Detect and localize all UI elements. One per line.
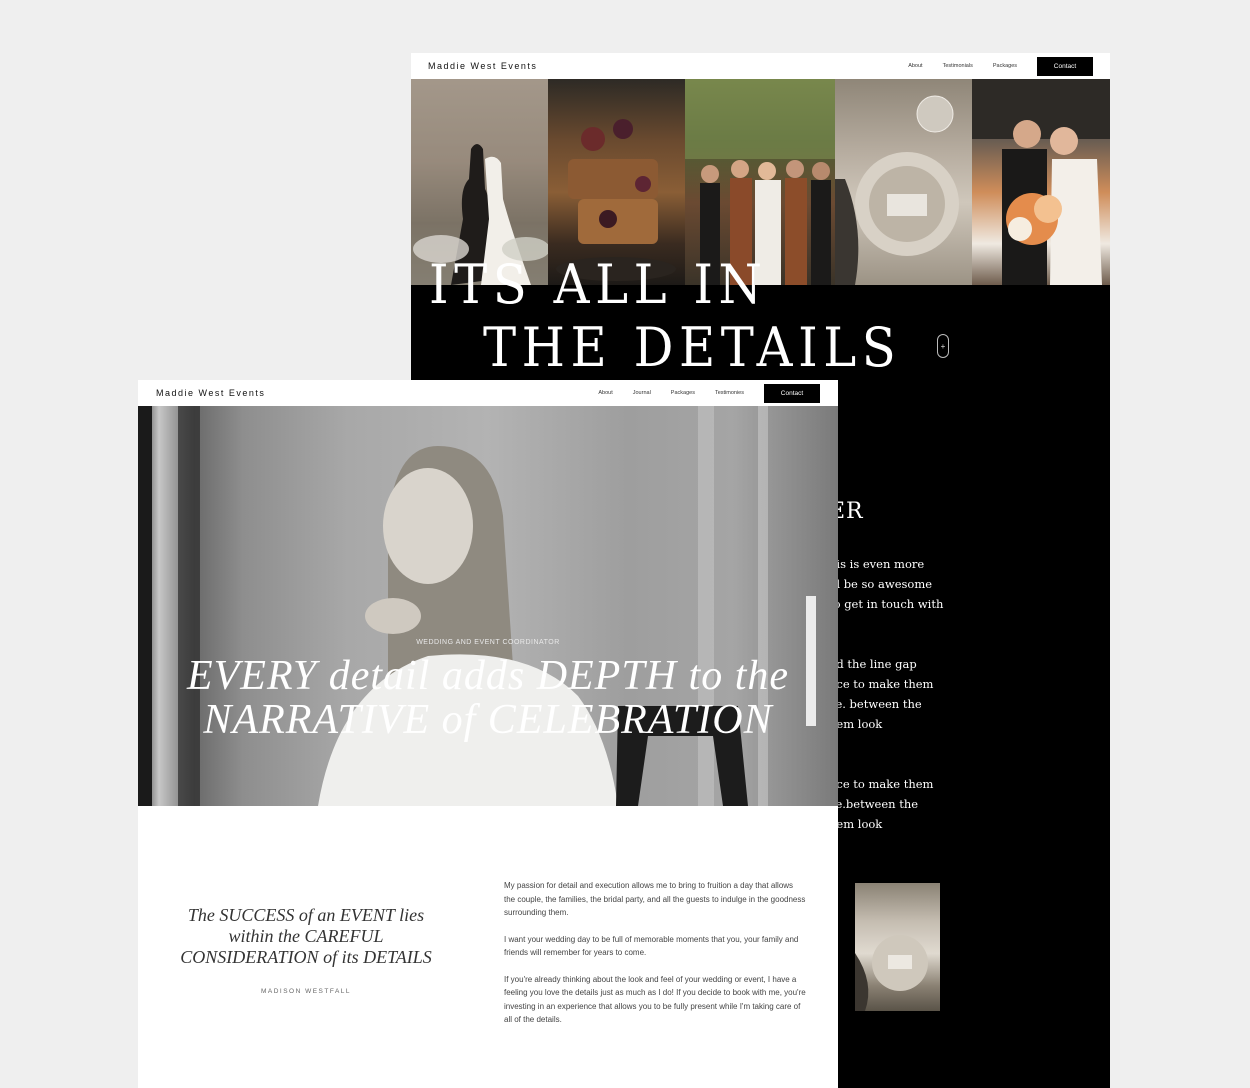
hero-kicker: WEDDING AND EVENT COORDINATOR bbox=[416, 639, 560, 646]
front-nav-journal[interactable]: Journal bbox=[633, 390, 651, 396]
back-text-line: nce to make them bbox=[829, 677, 934, 691]
back-nav-about[interactable]: About bbox=[908, 63, 922, 69]
pull-quote: The SUCCESS of an EVENT lies within the … bbox=[172, 905, 440, 968]
back-text-line: ill be so awesome bbox=[829, 577, 933, 591]
back-nav-packages[interactable]: Packages bbox=[993, 63, 1017, 69]
photo-table-setting bbox=[835, 79, 972, 285]
headline-line-2: THE DETAILS bbox=[483, 316, 902, 379]
hero-title-line-2: NARRATIVE of CELEBRATION bbox=[203, 697, 773, 743]
hero-title: EVERY detail adds DEPTH to the NARRATIVE… bbox=[138, 654, 838, 742]
back-nav-testimonials[interactable]: Testimonials bbox=[943, 63, 973, 69]
back-text-line: ce.between the bbox=[829, 797, 919, 811]
back-text-line: hem look bbox=[829, 717, 883, 731]
body-paragraph-1: My passion for detail and execution allo… bbox=[504, 881, 806, 917]
back-text-block-2: nd the line gap nce to make them ce. bet… bbox=[829, 654, 933, 734]
front-nav-testimonies[interactable]: Testimonies bbox=[715, 390, 744, 396]
back-text-line: nis is even more bbox=[829, 557, 925, 571]
quote-author: MADISON WESTFALL bbox=[260, 988, 352, 995]
back-nav-bar: Maddie West Events About Testimonials Pa… bbox=[411, 53, 1110, 79]
hero-image: WEDDING AND EVENT COORDINATOR EVERY deta… bbox=[138, 406, 838, 806]
back-contact-button[interactable]: Contact bbox=[1037, 56, 1093, 76]
scroll-indicator-icon[interactable]: + bbox=[937, 334, 949, 358]
photo-couple-bouquet bbox=[972, 79, 1110, 285]
body-copy: My passion for detail and execution allo… bbox=[504, 879, 806, 1040]
front-nav-packages[interactable]: Packages bbox=[671, 390, 695, 396]
back-text-block-1: nis is even more ill be so awesome to ge… bbox=[829, 554, 943, 614]
front-site-logo[interactable]: Maddie West Events bbox=[156, 388, 265, 398]
front-nav-about[interactable]: About bbox=[598, 390, 612, 396]
front-nav-bar: Maddie West Events About Journal Package… bbox=[138, 380, 838, 406]
quote-line-2: within the CAREFUL bbox=[228, 926, 384, 946]
back-text-line: nd the line gap bbox=[829, 657, 917, 671]
back-nav-links: About Testimonials Packages Contact bbox=[908, 56, 1110, 76]
back-text-line: ce. between the bbox=[829, 697, 922, 711]
body-paragraph-3: If you're already thinking about the loo… bbox=[504, 974, 806, 1025]
back-text-line: to get in touch with bbox=[829, 597, 944, 611]
front-page-preview: Maddie West Events About Journal Package… bbox=[138, 380, 838, 1088]
quote-line-3: CONSIDERATION of its DETAILS bbox=[180, 947, 432, 967]
thumbnail-table-photo bbox=[855, 883, 940, 1011]
headline-line-1: ITS ALL IN bbox=[429, 253, 768, 316]
hero-title-line-1: EVERY detail adds DEPTH to the bbox=[186, 653, 790, 699]
back-text-line: nce to make them bbox=[829, 777, 934, 791]
back-text-line: hem look bbox=[829, 817, 883, 831]
front-nav-links: About Journal Packages Testimonies Conta… bbox=[598, 383, 838, 403]
quote-line-1: The SUCCESS of an EVENT lies bbox=[187, 905, 425, 925]
front-contact-button[interactable]: Contact bbox=[764, 383, 820, 403]
back-site-logo[interactable]: Maddie West Events bbox=[428, 61, 537, 71]
back-text-block-3: nce to make them ce.between the hem look bbox=[829, 774, 933, 834]
body-paragraph-2: I want your wedding day to be full of me… bbox=[504, 934, 799, 958]
hero-photo bbox=[138, 406, 816, 806]
